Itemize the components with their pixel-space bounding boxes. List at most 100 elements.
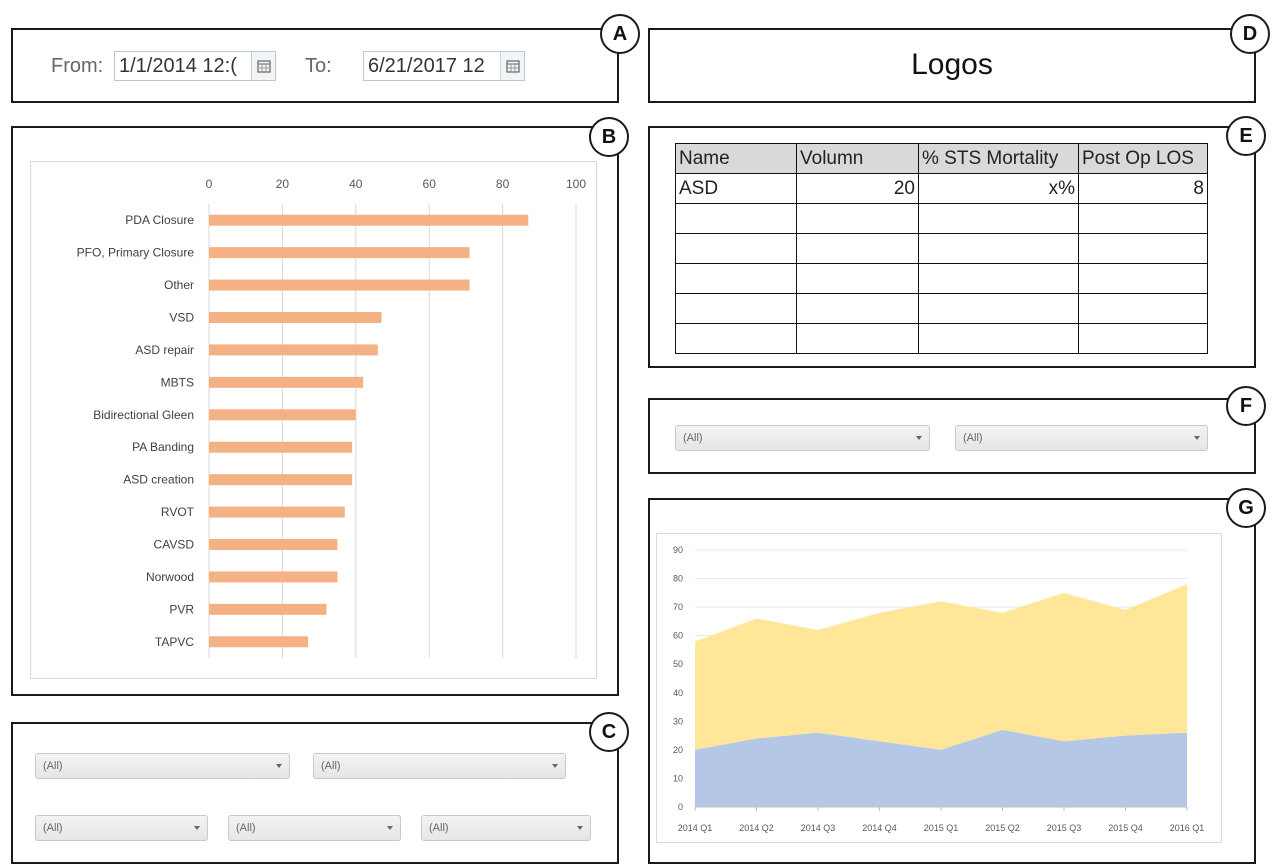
- chevron-down-icon: [1194, 436, 1200, 440]
- procedure-bar-panel: 0 20 40 60 80 100 PDA Closure PFO, Primary Clos…: [11, 126, 619, 696]
- calendar-icon[interactable]: [500, 52, 524, 80]
- table-cell: [675, 293, 797, 324]
- category-label: TAPVC: [155, 635, 194, 649]
- tick-label: 10: [673, 773, 683, 783]
- table-cell: [1078, 263, 1208, 294]
- table-cell: [1078, 293, 1208, 324]
- table-cell: [796, 233, 919, 264]
- badge-c: C: [589, 712, 629, 752]
- bar: [209, 344, 378, 356]
- tick-label: 100: [566, 177, 586, 191]
- category-label: ASD repair: [135, 343, 194, 357]
- tick-label: 2014 Q2: [739, 823, 774, 833]
- bar: [209, 312, 382, 323]
- category-label: Other: [164, 278, 194, 292]
- tick-label: 0: [678, 802, 683, 812]
- table-cell: [918, 293, 1079, 324]
- table-row: [675, 263, 1208, 294]
- table-cell: [1078, 233, 1208, 264]
- calendar-icon[interactable]: [251, 52, 275, 80]
- table-cell: [918, 323, 1079, 354]
- column-header: Post Op LOS: [1078, 143, 1208, 174]
- table-header-row: Name Volumn % STS Mortality Post Op LOS: [675, 143, 1208, 174]
- to-label: To:: [305, 55, 332, 77]
- from-date-input[interactable]: 1/1/2014 12:(: [114, 51, 276, 81]
- tick-label: 2016 Q1: [1170, 823, 1205, 833]
- tick-label: 80: [673, 574, 683, 584]
- category-label: MBTS: [161, 375, 194, 389]
- quarterly-area-chart: 0 10 20 30 40 50 60 70 80 90 2014 Q1 2014 Q2 2014 Q3…: [673, 545, 1205, 833]
- tick-label: 2015 Q4: [1108, 823, 1143, 833]
- filter-dropdown[interactable]: (All): [228, 815, 401, 841]
- bar: [209, 603, 327, 615]
- table-row: ASD 20 x% 8: [675, 173, 1208, 204]
- chevron-down-icon: [552, 764, 558, 768]
- bar: [209, 539, 338, 550]
- badge-d: D: [1230, 14, 1270, 54]
- filter-dropdown[interactable]: (All): [675, 425, 930, 451]
- category-label: Norwood: [146, 570, 194, 584]
- bar: [209, 474, 353, 486]
- filter-value: (All): [683, 432, 703, 444]
- tick-label: 70: [673, 602, 683, 612]
- badge-b: B: [589, 117, 629, 157]
- table-cell: [675, 263, 797, 294]
- chevron-down-icon: [276, 764, 282, 768]
- filter-value: (All): [321, 760, 341, 772]
- badge-e: E: [1226, 116, 1266, 156]
- table-cell: [796, 293, 919, 324]
- bar: [209, 247, 470, 259]
- tick-label: 40: [349, 177, 363, 191]
- logos-text: Logos: [911, 48, 993, 81]
- category-label: PA Banding: [132, 440, 194, 454]
- table-cell: ASD: [675, 173, 797, 204]
- table-row: [675, 203, 1208, 234]
- category-label: CAVSD: [154, 538, 195, 552]
- tick-label: 60: [423, 177, 437, 191]
- from-label: From:: [51, 55, 104, 77]
- table-cell: x%: [918, 173, 1079, 204]
- table-row: [675, 233, 1208, 264]
- from-date-value[interactable]: 1/1/2014 12:(: [115, 55, 251, 78]
- area-chart-frame: 0 10 20 30 40 50 60 70 80 90 2014 Q1 2014 Q2 2014 Q3…: [656, 533, 1222, 843]
- tick-label: 90: [673, 545, 683, 555]
- filter-value: (All): [429, 822, 449, 834]
- tick-label: 2014 Q3: [801, 823, 836, 833]
- bar: [209, 279, 470, 291]
- filter-dropdown[interactable]: (All): [35, 753, 290, 779]
- tick-label: 2015 Q3: [1047, 823, 1082, 833]
- filter-dropdown[interactable]: (All): [955, 425, 1208, 451]
- bar: [209, 409, 356, 421]
- category-label: Bidirectional Gleen: [93, 408, 194, 422]
- bar: [209, 506, 345, 518]
- logos-panel: Logos: [648, 28, 1256, 103]
- filter-dropdown[interactable]: (All): [313, 753, 566, 779]
- category-label: VSD: [169, 311, 194, 325]
- filter-dropdown[interactable]: (All): [421, 815, 591, 841]
- table-cell: [796, 203, 919, 234]
- category-label: PFO, Primary Closure: [77, 246, 195, 260]
- table-cell: [675, 233, 797, 264]
- tick-label: 50: [673, 659, 683, 669]
- badge-g: G: [1226, 488, 1266, 528]
- category-label: RVOT: [161, 505, 195, 519]
- table-cell: [1078, 323, 1208, 354]
- table-cell: [675, 203, 797, 234]
- to-date-input[interactable]: 6/21/2017 12: [363, 51, 525, 81]
- tick-label: 20: [276, 177, 290, 191]
- procedure-bar-chart: 0 20 40 60 80 100 PDA Closure PFO, Primary Clos…: [77, 177, 586, 658]
- tick-label: 2014 Q1: [678, 823, 713, 833]
- chevron-down-icon: [194, 826, 200, 830]
- column-header: % STS Mortality: [918, 143, 1079, 174]
- table-row: [675, 323, 1208, 354]
- to-date-value[interactable]: 6/21/2017 12: [364, 55, 500, 78]
- column-header: Name: [675, 143, 797, 174]
- bar: [209, 441, 353, 453]
- filter-value: (All): [236, 822, 256, 834]
- chevron-down-icon: [916, 436, 922, 440]
- table-cell: [796, 263, 919, 294]
- filter-value: (All): [963, 432, 983, 444]
- filter-dropdown[interactable]: (All): [35, 815, 208, 841]
- filter-panel-c: (All) (All) (All) (All) (All): [11, 722, 619, 864]
- table-cell: [1078, 203, 1208, 234]
